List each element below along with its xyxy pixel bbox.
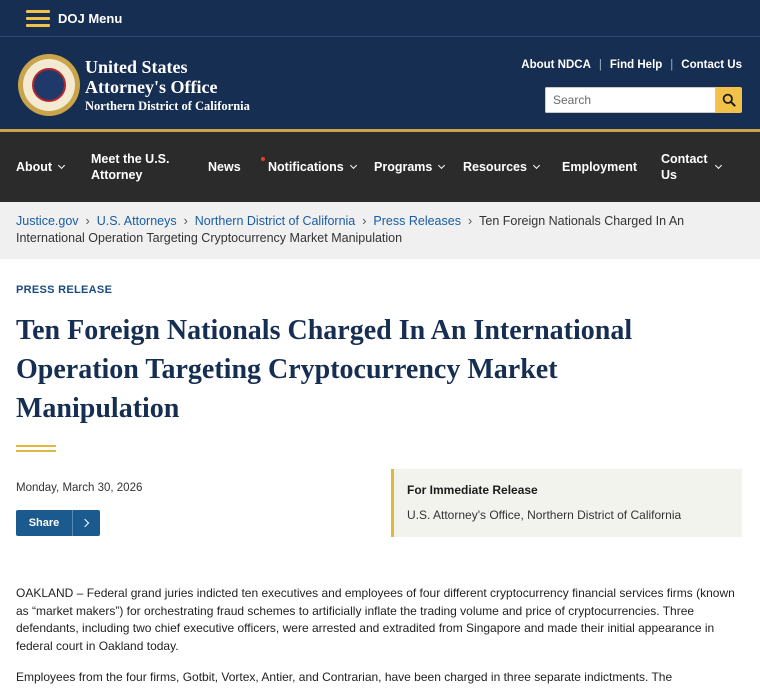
chevron-down-icon: [714, 161, 723, 170]
nav-news[interactable]: News: [208, 159, 268, 175]
contact-us-link[interactable]: Contact Us: [681, 59, 742, 71]
breadcrumb: Justice.gov › U.S. Attorneys › Northern Dist…: [0, 202, 760, 259]
nav-employment-label: Employment: [562, 160, 638, 174]
search-form: [545, 87, 742, 113]
article-paragraph-1: OAKLAND – Federal grand juries indicted …: [16, 586, 735, 653]
chevron-down-icon: [438, 161, 446, 170]
site-title[interactable]: United States Attorney's Office Northern…: [85, 57, 250, 114]
nav-programs-label: Programs: [374, 160, 433, 174]
nav-contact-us[interactable]: Contact Us: [661, 151, 723, 183]
seal-inner: [23, 59, 75, 111]
main-nav: About Meet the U.S. Attorney News Notifi…: [0, 132, 760, 202]
site-title-district: Northern District of California: [85, 99, 250, 113]
doj-menu-button[interactable]: DOJ Menu: [58, 11, 122, 26]
title-underline: [16, 445, 56, 455]
seal-eagle-icon: [32, 68, 66, 102]
search-button[interactable]: [716, 87, 742, 113]
nav-programs[interactable]: Programs: [374, 159, 463, 175]
chevron-right-icon: [73, 518, 100, 528]
share-button[interactable]: Share: [16, 510, 100, 536]
breadcrumb-separator: ›: [183, 214, 188, 228]
site-title-line2: Attorney's Office: [85, 77, 218, 97]
release-info-box: For Immediate Release U.S. Attorney's Of…: [391, 469, 742, 537]
page-title: Ten Foreign Nationals Charged In An Inte…: [16, 315, 633, 424]
release-info-office: U.S. Attorney's Office, Northern Distric…: [407, 508, 682, 522]
site-header: United States Attorney's Office Northern…: [0, 37, 760, 132]
breadcrumb-ndca[interactable]: Northern District of California: [195, 214, 355, 228]
nav-meet-us-attorney[interactable]: Meet the U.S. Attorney: [91, 151, 208, 183]
nav-notifications-label: Notifications: [268, 160, 344, 174]
search-icon: [722, 93, 736, 107]
chevron-down-icon: [532, 161, 540, 170]
site-title-line1: United States: [85, 57, 188, 77]
release-date: Monday, March 30, 2026: [16, 482, 143, 494]
notification-dot-icon: [261, 157, 265, 161]
search-input[interactable]: [545, 87, 716, 113]
find-help-link[interactable]: Find Help: [610, 59, 662, 71]
breadcrumb-separator: ›: [467, 214, 473, 228]
nav-employment[interactable]: Employment: [562, 159, 661, 175]
nav-notifications[interactable]: Notifications: [261, 157, 374, 175]
article-paragraph-2: Employees from the four firms, Gotbit, V…: [16, 670, 673, 684]
breadcrumb-justice-gov[interactable]: Justice.gov: [16, 214, 79, 228]
nav-resources[interactable]: Resources: [463, 159, 562, 175]
nav-about[interactable]: About: [16, 159, 91, 175]
breadcrumb-separator: ›: [362, 214, 367, 228]
chevron-down-icon: [58, 161, 66, 170]
breadcrumb-separator: ›: [85, 214, 90, 228]
share-label: Share: [28, 517, 60, 529]
breadcrumb-press-releases[interactable]: Press Releases: [373, 214, 461, 228]
divider: |: [670, 59, 674, 71]
nav-contact-label: Contact Us: [661, 152, 708, 182]
nav-meet-label: Meet the U.S. Attorney: [91, 152, 170, 182]
chevron-down-icon: [349, 161, 357, 170]
doj-menu-bar: DOJ Menu: [0, 0, 760, 37]
doj-seal-logo[interactable]: [18, 54, 80, 116]
breadcrumb-us-attorneys[interactable]: U.S. Attorneys: [97, 214, 177, 228]
nav-news-label: News: [208, 160, 241, 174]
press-release-eyebrow: PRESS RELEASE: [16, 284, 113, 296]
nav-resources-label: Resources: [463, 160, 527, 174]
hamburger-icon[interactable]: [26, 9, 50, 27]
about-ndca-link[interactable]: About NDCA: [521, 59, 591, 71]
divider: |: [598, 59, 602, 71]
nav-about-label: About: [16, 160, 53, 174]
utility-links: About NDCA | Find Help | Contact Us: [521, 59, 742, 71]
release-info-title: For Immediate Release: [407, 483, 538, 497]
